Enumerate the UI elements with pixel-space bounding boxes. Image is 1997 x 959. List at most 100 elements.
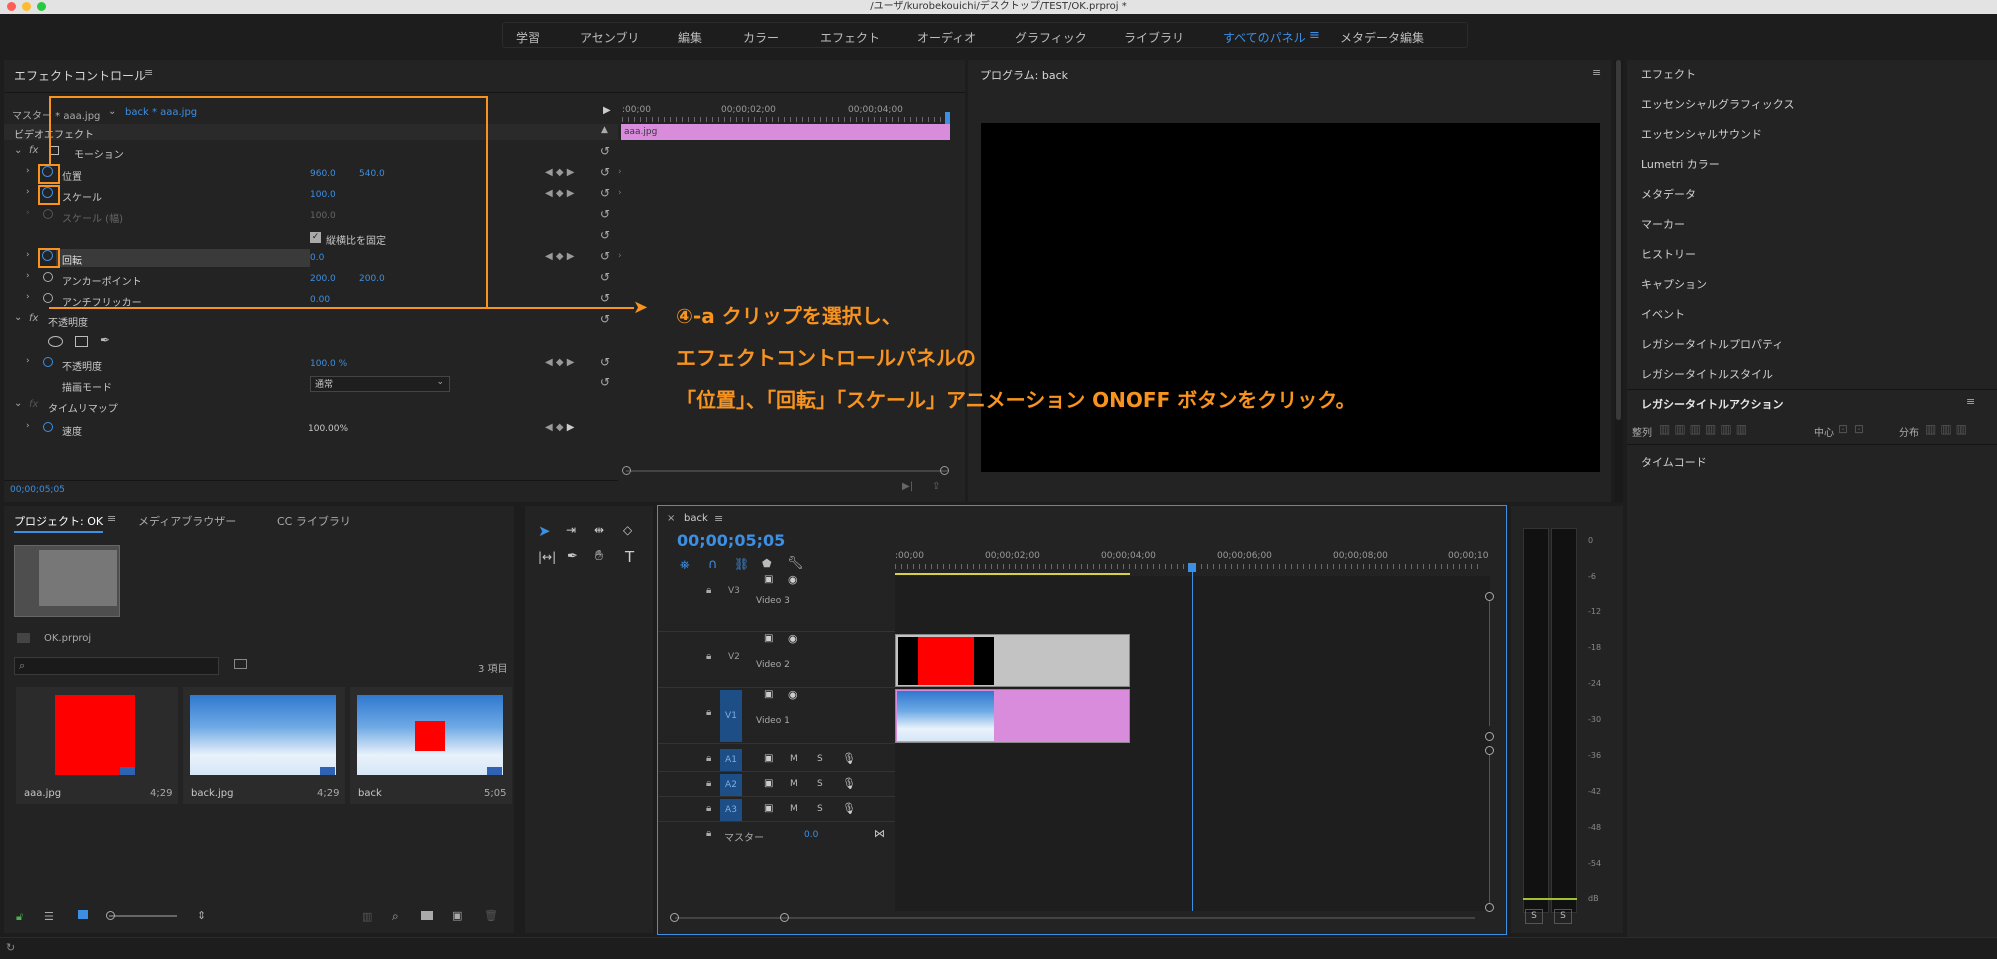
workspace-tab-assembly[interactable]: アセンブリ	[580, 29, 639, 46]
ec-clip-bar[interactable]: aaa.jpg	[621, 124, 950, 140]
chevron-expand-icon[interactable]: ⌄	[14, 398, 22, 409]
scroll-handle-left[interactable]	[670, 913, 679, 922]
program-monitor-title[interactable]: プログラム: back	[980, 67, 1068, 83]
new-bin-icon[interactable]	[234, 659, 247, 669]
workspace-tab-all-panels[interactable]: すべてのパネル	[1223, 29, 1306, 46]
track-target-a3[interactable]: A3	[720, 799, 742, 821]
microphone-icon[interactable]: 🎙︎	[842, 777, 856, 790]
solo-button[interactable]: S	[817, 779, 823, 789]
bowtie-icon[interactable]: ⋈	[874, 827, 885, 840]
scroll-handle-left[interactable]	[622, 466, 631, 475]
track-target-a1[interactable]: A1	[720, 749, 742, 771]
microphone-icon[interactable]: 🎙︎	[842, 802, 856, 815]
camera-icon[interactable]: ▣	[764, 689, 773, 700]
expand-icon[interactable]: ›	[618, 167, 622, 177]
ec-scrollbar[interactable]	[626, 470, 948, 472]
expand-icon[interactable]: ›	[618, 251, 622, 261]
trash-icon[interactable]: 🗑︎	[484, 909, 498, 922]
lock-icon[interactable]: 🔒︎	[706, 707, 711, 718]
right-panel-legacy-title-props[interactable]: レガシータイトルプロパティ	[1641, 336, 1783, 352]
clip-v1-back[interactable]	[895, 689, 1130, 743]
scroll-handle-right[interactable]	[780, 913, 789, 922]
panel-menu-icon[interactable]: ≡	[1966, 395, 1975, 408]
fx-toggle-icon[interactable]: fx	[29, 145, 38, 156]
panel-menu-icon[interactable]: ≡	[144, 66, 153, 79]
reset-icon[interactable]: ↺	[600, 312, 610, 326]
solo-left-button[interactable]: S	[1525, 909, 1543, 924]
automate-icon[interactable]: ▥	[362, 910, 372, 923]
right-panel-effects[interactable]: エフェクト	[1641, 66, 1696, 82]
zoom-slider-handle[interactable]	[106, 911, 115, 920]
snap-icon[interactable]: ∩	[708, 557, 718, 572]
camera-icon[interactable]: ▣	[764, 803, 773, 814]
linked-selection-icon[interactable]: ⛓	[734, 557, 749, 571]
mute-button[interactable]: M	[790, 779, 798, 789]
project-search-input[interactable]: ⌕	[14, 657, 219, 675]
filter-icon[interactable]: ▶|	[902, 481, 913, 492]
ripple-edit-tool-icon[interactable]: ⇹	[594, 523, 604, 537]
timeline-timecode[interactable]: 00;00;05;05	[677, 531, 785, 550]
lock-icon[interactable]: 🔒︎	[706, 828, 711, 839]
panel-menu-icon[interactable]: ≡	[1592, 66, 1601, 79]
list-view-icon[interactable]: ☰	[44, 910, 54, 923]
right-panel-essential-sound[interactable]: エッセンシャルサウンド	[1641, 126, 1762, 142]
workspace-tab-effects[interactable]: エフェクト	[820, 29, 880, 46]
ellipse-mask-icon[interactable]	[48, 336, 63, 347]
camera-icon[interactable]: ▣	[764, 574, 773, 585]
reset-icon[interactable]: ↺	[600, 228, 610, 242]
distribute-icons[interactable]: ▥▥▥	[1925, 422, 1971, 436]
panel-menu-icon[interactable]: ≡	[107, 512, 116, 525]
project-item[interactable]: aaa.jpg 4;29	[16, 687, 178, 804]
cc-libraries-tab[interactable]: CC ライブラリ	[277, 513, 351, 529]
workspace-tab-graphics[interactable]: グラフィック	[1015, 29, 1087, 46]
vertical-scrollbar[interactable]	[1616, 60, 1621, 420]
reset-icon[interactable]: ↺	[600, 355, 610, 369]
expand-icon[interactable]: ›	[26, 208, 30, 218]
type-tool-icon[interactable]: T	[625, 548, 634, 566]
stopwatch-icon[interactable]	[43, 422, 53, 432]
expand-icon[interactable]: ›	[26, 356, 30, 366]
rectangle-mask-icon[interactable]	[75, 336, 88, 347]
opacity-value[interactable]: 100.0 %	[310, 359, 347, 369]
workspace-tab-learn[interactable]: 学習	[516, 29, 540, 46]
reset-icon[interactable]: ↺	[600, 375, 610, 389]
track-target-v3[interactable]: V3	[728, 586, 740, 596]
lock-icon[interactable]: 🔒︎	[706, 651, 711, 662]
pen-tool-icon[interactable]: ✒	[567, 549, 578, 564]
scroll-up-icon[interactable]: ▲	[601, 125, 608, 135]
ec-playhead[interactable]	[945, 112, 950, 124]
right-panel-essential-graphics[interactable]: エッセンシャルグラフィックス	[1641, 96, 1794, 112]
reset-icon[interactable]: ↺	[600, 249, 610, 263]
close-icon[interactable]: ×	[667, 513, 675, 524]
vertical-zoom-handle[interactable]	[1485, 903, 1494, 912]
mute-button[interactable]: M	[790, 754, 798, 764]
scroll-handle-right[interactable]	[940, 466, 949, 475]
right-panel-events[interactable]: イベント	[1641, 306, 1685, 322]
expand-icon[interactable]: ›	[618, 188, 622, 198]
track-target-v2[interactable]: V2	[728, 652, 740, 662]
expand-icon[interactable]: ›	[26, 421, 30, 431]
project-preview-thumbnail[interactable]	[14, 545, 120, 617]
add-marker-icon[interactable]: ⬟	[762, 557, 772, 570]
workspace-menu-icon[interactable]: ≡	[1309, 28, 1320, 43]
eye-icon[interactable]: ◉	[788, 688, 798, 701]
workspace-tab-color[interactable]: カラー	[743, 29, 779, 46]
chevron-expand-icon[interactable]: ⌄	[14, 145, 22, 156]
camera-icon[interactable]: ▣	[764, 778, 773, 789]
lock-icon[interactable]: 🔒︎	[706, 585, 711, 596]
stopwatch-icon[interactable]	[43, 357, 53, 367]
project-item[interactable]: back.jpg 4;29	[183, 687, 345, 804]
project-item[interactable]: back 5;05	[350, 687, 512, 804]
speed-value[interactable]: 100.00%	[308, 424, 348, 434]
clip-v2-aaa[interactable]	[895, 634, 1130, 687]
right-panel-history[interactable]: ヒストリー	[1641, 246, 1696, 262]
right-panel-lumetri[interactable]: Lumetri カラー	[1641, 156, 1720, 172]
ec-current-time[interactable]: 00;00;05;05	[10, 485, 65, 495]
camera-icon[interactable]: ▣	[764, 633, 773, 644]
expand-icon[interactable]: ›	[26, 292, 30, 302]
icon-view-icon[interactable]	[78, 910, 88, 919]
right-panel-metadata[interactable]: メタデータ	[1641, 186, 1696, 202]
chevron-expand-icon[interactable]: ⌄	[14, 312, 22, 323]
eye-icon[interactable]: ◉	[788, 632, 798, 645]
project-tab[interactable]: プロジェクト: OK	[14, 513, 104, 533]
